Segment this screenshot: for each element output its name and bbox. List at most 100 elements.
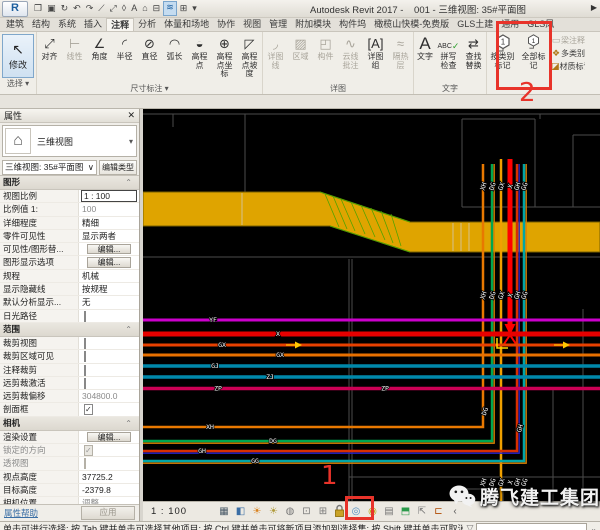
view-scale-button[interactable]: 1 : 100	[143, 506, 203, 517]
ribbon-button[interactable]: ◒高程点	[187, 34, 212, 70]
property-value[interactable]: 机械	[79, 270, 139, 282]
pipe-tag[interactable]: DG	[488, 181, 498, 191]
pipe-tag[interactable]: YF	[209, 316, 217, 324]
checkbox[interactable]	[84, 311, 86, 322]
property-value[interactable]: -2379.8	[79, 484, 139, 496]
measure-icon[interactable]: ⟋	[96, 2, 106, 15]
ribbon-tab[interactable]: GLS土建	[453, 18, 497, 31]
displacement-sets-icon[interactable]: ⇱	[415, 504, 429, 520]
save-icon[interactable]: ▣	[45, 2, 58, 15]
checkbox[interactable]	[84, 378, 86, 389]
checkbox[interactable]	[84, 351, 86, 362]
text-icon[interactable]: A	[129, 2, 139, 15]
duct[interactable]	[143, 192, 600, 252]
plan-view-canvas[interactable]: YFXGXGXGJZJZPZPXHDGGHGGXHDGGXXGHGGXHDGGX…	[143, 109, 600, 501]
shadows-icon[interactable]: ☀	[267, 504, 281, 520]
ribbon-tab[interactable]: 橄榄山快模-免费版	[370, 18, 453, 31]
checkbox[interactable]	[84, 365, 86, 376]
pipe-tag[interactable]: GG	[520, 477, 530, 487]
pipe-tag[interactable]: ZP	[381, 385, 389, 393]
ribbon-tab[interactable]: 附加模块	[291, 18, 335, 31]
edit-button[interactable]: 编辑...	[87, 257, 131, 267]
ribbon-button[interactable]: [A]详图组	[363, 34, 388, 70]
pipe-tag[interactable]: XH	[479, 181, 489, 191]
property-value[interactable]: 显示两者	[79, 230, 139, 242]
panel-label[interactable]: 详图	[263, 83, 413, 94]
switch-windows-icon[interactable]: ⊞	[178, 2, 190, 15]
pipe-tag[interactable]: GH	[198, 447, 206, 455]
tag-icon[interactable]: ◊	[120, 2, 128, 15]
checkbox[interactable]: ✓	[84, 445, 93, 456]
pipe-tag[interactable]: GG	[520, 290, 530, 300]
panel-label[interactable]: 尺寸标注 ▾	[37, 83, 262, 94]
pipe-tag[interactable]: DG	[488, 290, 498, 300]
ribbon-tab[interactable]: 视图	[239, 18, 265, 31]
property-value-input[interactable]: 1 : 100	[81, 190, 137, 202]
close-icon[interactable]: ✕	[127, 110, 135, 121]
edit-button[interactable]: 编辑...	[87, 244, 131, 254]
section-icon[interactable]: ⊟	[151, 2, 163, 15]
open-icon[interactable]: ❐	[32, 2, 44, 15]
pipe-tag[interactable]: X	[276, 330, 280, 338]
collapse-icon[interactable]: ⌃	[125, 323, 136, 336]
property-section-header[interactable]: 图形⌃	[0, 176, 139, 190]
undo-icon[interactable]: ↶	[71, 2, 83, 15]
property-value[interactable]: 100	[79, 203, 139, 215]
show-analytical-model-icon[interactable]: ⬒	[399, 504, 413, 520]
pipe-tag[interactable]: XH	[206, 423, 214, 431]
redo-icon[interactable]: ↷	[84, 2, 96, 15]
chevron-down-icon[interactable]: ▾	[129, 137, 136, 146]
property-value[interactable]: 无	[79, 296, 139, 308]
pipe-tag[interactable]: XH	[479, 477, 489, 487]
ribbon-tab[interactable]: 构件坞	[335, 18, 370, 31]
edit-button[interactable]: 编辑...	[87, 432, 131, 442]
collapse-icon[interactable]: ⌃	[125, 176, 136, 189]
rendering-dialog-icon[interactable]: ◍	[283, 504, 297, 520]
panel-label[interactable]: 文字	[414, 83, 486, 94]
modify-button[interactable]: ↖ 修改	[2, 34, 34, 78]
reveal-constraints-icon[interactable]: ⊏	[432, 504, 446, 520]
drawing-area[interactable]: YFXGXGXGJZJZPZPXHDGGHGGXHDGGXXGHGGXHDGGX…	[140, 109, 600, 521]
apply-button[interactable]: 应用	[81, 506, 135, 520]
ribbon-button[interactable]: ◜半径	[112, 34, 137, 62]
detail-level-icon[interactable]: ▦	[217, 504, 231, 520]
pipe-tag[interactable]: GX	[276, 351, 284, 359]
temporary-view-properties-icon[interactable]: ▤	[382, 504, 396, 520]
properties-help-link[interactable]: 属性帮助	[4, 507, 38, 519]
ribbon-tab[interactable]: 建筑	[2, 18, 28, 31]
property-value[interactable]: 37725.2	[79, 471, 139, 483]
pipe-tag[interactable]: GX	[497, 290, 507, 300]
ribbon-button[interactable]: ◸高程点坡度	[237, 34, 262, 79]
ribbon-button[interactable]: ◠弧长	[162, 34, 187, 62]
pipe-tag[interactable]: GG	[251, 457, 259, 465]
ribbon-button[interactable]: ⊕高程点坐标	[212, 34, 237, 79]
type-selector[interactable]: ⌂ 三维视图 ▾	[2, 125, 137, 157]
材质标记-button[interactable]: ◪材质标记	[551, 60, 585, 73]
pipe-tag[interactable]: GX	[497, 181, 507, 191]
pipe-tag[interactable]: GJ	[211, 362, 219, 370]
pipe-tag[interactable]: GG	[520, 181, 530, 191]
ribbon-button[interactable]: ABC✓拼写检查	[436, 34, 461, 70]
property-section-header[interactable]: 相机⌃	[0, 417, 139, 431]
crop-view-icon[interactable]: ⊡	[300, 504, 314, 520]
sun-path-icon[interactable]: ☀	[250, 504, 264, 520]
design-options-select[interactable]	[476, 523, 587, 530]
ribbon-button[interactable]: ⊘直径	[137, 34, 162, 62]
ribbon-button[interactable]: ∠角度	[87, 34, 112, 62]
chevron-down-icon[interactable]: ⌄	[590, 524, 597, 530]
sync-icon[interactable]: ↻	[59, 2, 71, 15]
show-crop-region-icon[interactable]: ⊞	[316, 504, 330, 520]
property-value[interactable]: 按规程	[79, 283, 139, 295]
pipe-tag[interactable]: GX	[497, 477, 507, 487]
pipe-tag[interactable]: XH	[479, 290, 489, 300]
pipe-tag[interactable]: DG	[480, 406, 490, 416]
select-panel-label[interactable]: 选择 ▾	[0, 78, 36, 89]
ribbon-tab[interactable]: 插入	[80, 18, 106, 31]
property-value[interactable]: 调整	[79, 497, 139, 504]
visual-style-icon[interactable]: ◧	[234, 504, 248, 520]
pipe-tag[interactable]: ZP	[214, 385, 222, 393]
qat-customize-icon[interactable]: ▾	[190, 2, 199, 15]
ribbon-tab[interactable]: 分析	[134, 18, 160, 31]
pipe-tag[interactable]: DG	[269, 437, 277, 445]
多类别-button[interactable]: ❖多类别	[551, 47, 585, 60]
